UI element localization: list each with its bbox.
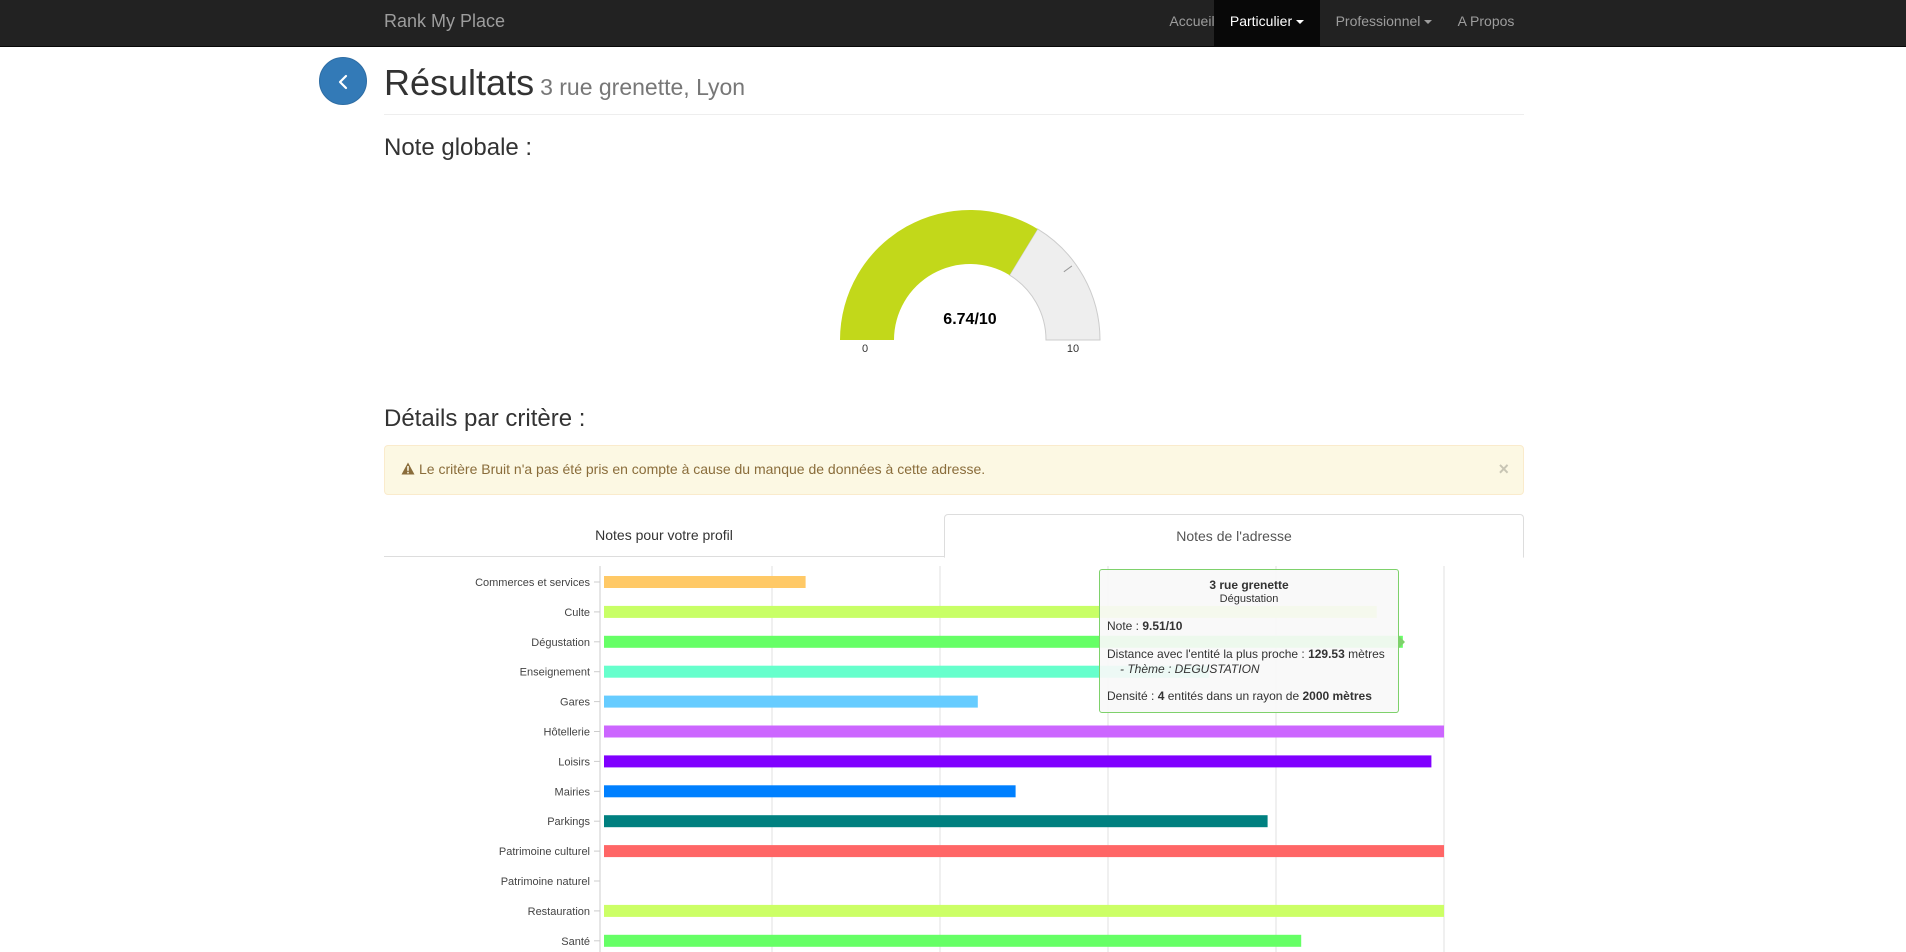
bar[interactable]: [604, 815, 1268, 828]
bar[interactable]: [604, 934, 1302, 947]
tooltip-density: Densité : 4 entités dans un rayon de 200…: [1107, 689, 1372, 703]
category-label: Culte: [564, 607, 590, 619]
category-label: Parkings: [547, 816, 590, 828]
nav-item-apropos[interactable]: A Propos: [1448, 0, 1524, 46]
page-title: Résultats 3 rue grenette, Lyon: [384, 62, 745, 104]
tooltip-distance: Distance avec l'entité la plus proche : …: [1107, 647, 1385, 661]
title-divider: [384, 114, 1524, 115]
bar[interactable]: [604, 576, 806, 588]
bar[interactable]: [604, 785, 1016, 798]
bar[interactable]: [604, 695, 978, 708]
navbar: Rank My Place Accueil Particulier Profes…: [0, 0, 1906, 47]
category-label: Mairies: [555, 786, 591, 798]
tooltip-density-label: Densité :: [1107, 689, 1158, 703]
bar[interactable]: [604, 845, 1444, 858]
tab-notes-adresse[interactable]: Notes de l'adresse: [944, 514, 1524, 558]
tooltip-subtitle: Dégustation: [1219, 593, 1279, 605]
chart-tooltip: 3 rue grenette Dégustation Note : 9.51/1…: [1099, 569, 1405, 713]
page-subtitle: 3 rue grenette, Lyon: [540, 74, 746, 100]
category-label: Santé: [561, 936, 590, 948]
tooltip-distance-unit: mètres: [1344, 647, 1385, 661]
category-label: Restauration: [528, 906, 590, 918]
details-heading: Détails par critère :: [384, 405, 586, 432]
tabs: Notes pour votre profil Notes de l'adres…: [384, 514, 1524, 558]
category-label: Dégustation: [531, 637, 590, 649]
category-label: Hôtellerie: [544, 727, 590, 739]
global-score-heading: Note globale :: [384, 134, 533, 161]
tooltip-density-mid: entités dans un rayon de: [1164, 689, 1303, 703]
gauge-min-label: 0: [861, 343, 869, 355]
chevron-left-icon: [338, 74, 348, 90]
tooltip-note: Note : 9.51/10: [1107, 619, 1182, 633]
bar[interactable]: [604, 904, 1444, 917]
tooltip-theme: - Thème : DEGUSTATION: [1120, 662, 1260, 676]
nav-item-particulier-label: Particulier: [1229, 13, 1293, 29]
tooltip-arrow: [1398, 635, 1405, 649]
category-label: Loisirs: [558, 756, 590, 768]
bar[interactable]: [604, 725, 1444, 738]
tooltip-distance-value: 129.53: [1308, 647, 1345, 661]
category-label: Patrimoine culturel: [499, 846, 590, 858]
tab-notes-profil[interactable]: Notes pour votre profil: [384, 514, 944, 558]
gauge-value: 6.74/10: [943, 311, 997, 328]
alert-message: Le critère Bruit n'a pas été pris en com…: [419, 461, 986, 477]
category-label: Patrimoine naturel: [501, 876, 590, 888]
category-label: Enseignement: [520, 667, 590, 679]
caret-down-icon: [1424, 20, 1433, 25]
bar[interactable]: [604, 755, 1432, 768]
caret-down-icon: [1296, 20, 1305, 25]
tooltip-note-value: 9.51/10: [1142, 619, 1183, 633]
tooltip-density-radius: 2000 mètres: [1302, 689, 1372, 703]
warning-icon: [401, 462, 415, 475]
gauge-max-label: 10: [1066, 343, 1080, 355]
nav-item-professionnel[interactable]: Professionnel: [1320, 0, 1448, 46]
tooltip-title: 3 rue grenette: [1209, 578, 1289, 592]
brand-link[interactable]: Rank My Place: [384, 0, 505, 42]
page-title-text: Résultats: [384, 62, 535, 103]
warning-alert: Le critère Bruit n'a pas été pris en com…: [384, 445, 1524, 495]
back-button[interactable]: [319, 57, 367, 105]
nav-item-particulier[interactable]: Particulier: [1214, 0, 1320, 46]
nav-item-professionnel-label: Professionnel: [1335, 13, 1421, 29]
tooltip-distance-label: Distance avec l'entité la plus proche :: [1107, 647, 1309, 661]
category-label: Gares: [560, 697, 590, 709]
close-icon[interactable]: ×: [1498, 459, 1509, 480]
tooltip-note-label: Note :: [1107, 619, 1143, 633]
category-label: Commerces et services: [475, 577, 590, 589]
alert-message-wrap: Le critère Bruit n'a pas été pris en com…: [401, 461, 985, 477]
